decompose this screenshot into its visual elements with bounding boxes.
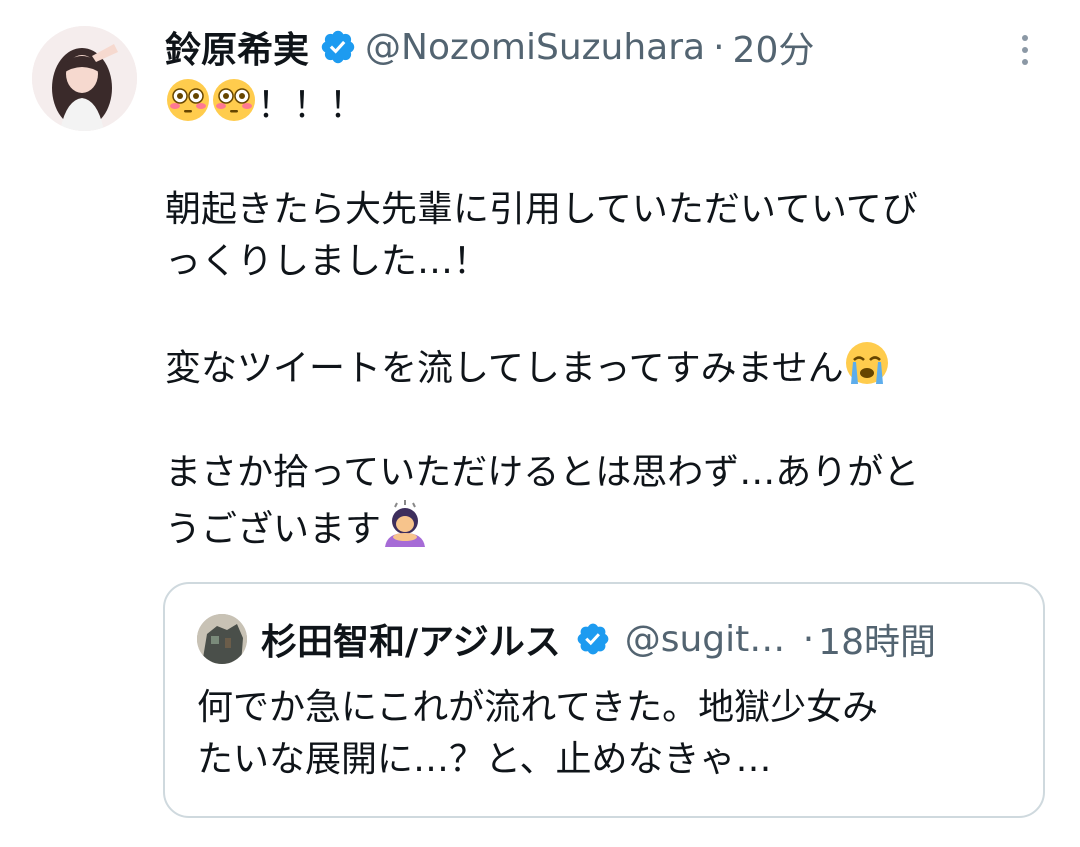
crying-face-emoji	[845, 342, 888, 384]
quoted-line: たいな展開に…？と、止めなきゃ…	[197, 739, 772, 780]
verified-badge-icon	[321, 30, 355, 64]
author-handle[interactable]: @NozomiSuzuhara	[365, 27, 705, 68]
flushed-face-emoji	[167, 79, 209, 121]
flushed-face-emoji	[213, 79, 255, 121]
author-name[interactable]: 鈴原希実	[165, 21, 309, 73]
quoted-tweet-header: 杉田智和/アジルス @sugit… · 18時間	[261, 612, 936, 666]
tweet-line: っくりしました…！	[165, 241, 490, 282]
separator-dot: ·	[802, 618, 815, 660]
quoted-tweet[interactable]: 杉田智和/アジルス @sugit… · 18時間 何でか急にこれが流れてきた。地…	[163, 582, 1045, 818]
tweet-line: まさか拾っていただけるとは思わず…ありがと	[165, 452, 920, 493]
quoted-author-name[interactable]: 杉田智和/アジルス	[261, 613, 561, 665]
separator-dot: ·	[713, 26, 725, 68]
quoted-author-avatar[interactable]	[197, 614, 247, 664]
quoted-line: 何でか急にこれが流れてきた。地獄少女み	[197, 687, 879, 728]
more-options-icon[interactable]	[1010, 28, 1040, 72]
tweet-line: ！！！	[257, 85, 366, 126]
quoted-tweet-text: 何でか急にこれが流れてきた。地獄少女み たいな展開に…？と、止めなきゃ…	[197, 682, 1017, 786]
verified-badge-icon	[577, 623, 609, 655]
person-bowing-emoji	[385, 500, 426, 547]
timestamp[interactable]: 20分	[733, 21, 815, 73]
author-avatar[interactable]	[32, 26, 137, 131]
tweet-line: 朝起きたら大先輩に引用していただいていてび	[165, 189, 918, 230]
tweet-text: ！！！ 朝起きたら大先輩に引用していただいていてび っくりしました…！ 変なツイ…	[165, 77, 1045, 556]
tweet-header: 鈴原希実 @NozomiSuzuhara · 20分	[165, 22, 814, 72]
quoted-author-handle[interactable]: @sugit…	[625, 619, 803, 660]
tweet-line: 変なツイートを流してしまってすみません	[165, 348, 844, 389]
tweet-line: うございます	[165, 509, 382, 550]
quoted-timestamp[interactable]: 18時間	[818, 613, 936, 665]
